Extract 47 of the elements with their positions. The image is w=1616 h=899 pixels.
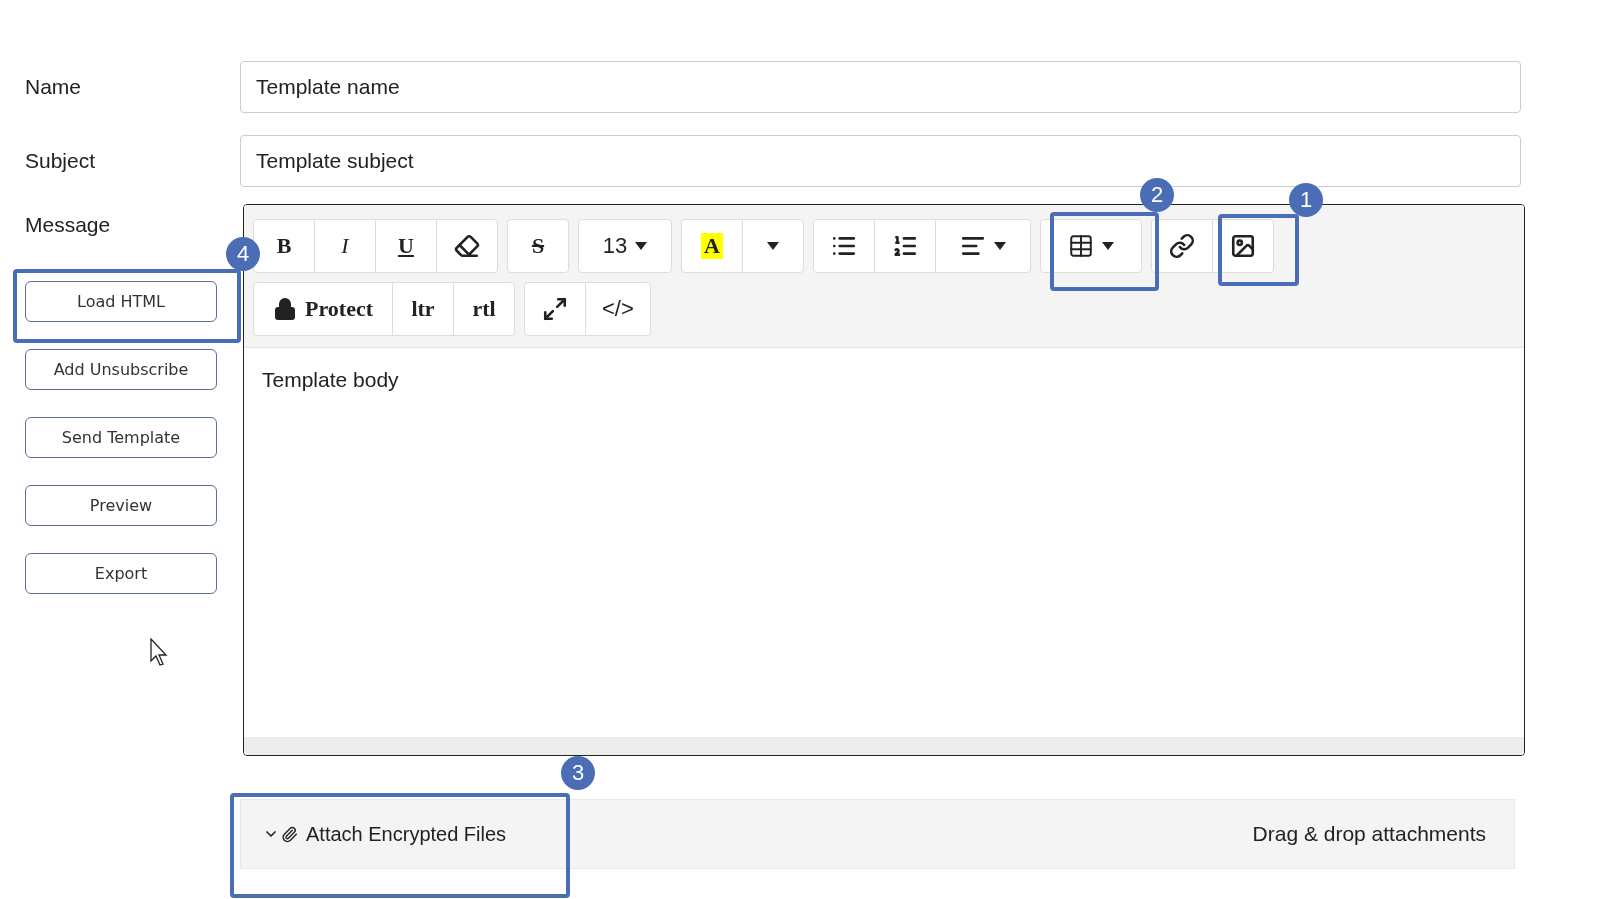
- button-label: Protect: [305, 296, 373, 322]
- table-button[interactable]: [1040, 219, 1142, 273]
- bullets-button[interactable]: [813, 219, 875, 273]
- callout-badge: 4: [226, 237, 260, 271]
- side-button[interactable]: Export: [25, 553, 217, 594]
- callout-badge: 2: [1140, 178, 1174, 212]
- text-direction-button[interactable]: ltr: [392, 282, 454, 336]
- underline-button[interactable]: U: [375, 219, 437, 273]
- attach-toggle[interactable]: Attach Encrypted Files: [263, 822, 507, 846]
- side-button[interactable]: Send Template: [25, 417, 217, 458]
- image-button[interactable]: [1212, 219, 1274, 273]
- strikethrough-button[interactable]: S: [507, 219, 569, 273]
- field-label: Subject: [25, 148, 97, 174]
- eraser-icon: [454, 233, 480, 259]
- link-icon: [1169, 233, 1195, 259]
- editor-body[interactable]: Template body: [244, 348, 1524, 737]
- image-icon: [1230, 233, 1256, 259]
- text-direction-button[interactable]: rtl: [453, 282, 515, 336]
- italic-button[interactable]: I: [314, 219, 376, 273]
- field-label: Message: [25, 213, 112, 237]
- color-dropdown-button[interactable]: [742, 219, 804, 273]
- subject-field[interactable]: Template subject: [240, 135, 1521, 187]
- bold-button[interactable]: B: [253, 219, 315, 273]
- protect-button[interactable]: Protect: [253, 282, 393, 336]
- side-button[interactable]: Preview: [25, 485, 217, 526]
- font-size-dropdown[interactable]: 13: [578, 219, 672, 273]
- side-button[interactable]: Load HTML: [25, 281, 217, 322]
- link-button[interactable]: [1151, 219, 1213, 273]
- side-button[interactable]: Add Unsubscribe: [25, 349, 217, 390]
- name-field[interactable]: Template name: [240, 61, 1521, 113]
- eraser-button[interactable]: [436, 219, 498, 273]
- drop-hint: Drag & drop attachments: [1252, 822, 1486, 846]
- lock-icon: [273, 297, 297, 321]
- field-label: Name: [25, 74, 83, 100]
- highlight-button[interactable]: A: [681, 219, 743, 273]
- fullscreen-button[interactable]: [524, 282, 586, 336]
- pointer-icon: [150, 638, 170, 666]
- table-icon: [1068, 233, 1094, 259]
- callout-badge: 3: [561, 756, 595, 790]
- numbers-button[interactable]: [874, 219, 936, 273]
- numbered-list-icon: [892, 233, 918, 259]
- align-button[interactable]: [935, 219, 1031, 273]
- code-view-button[interactable]: </>: [585, 282, 651, 336]
- fullscreen-icon: [542, 296, 568, 322]
- paperclip-icon: [281, 825, 298, 843]
- caret-icon: [767, 242, 779, 250]
- callout-badge: 1: [1289, 183, 1323, 217]
